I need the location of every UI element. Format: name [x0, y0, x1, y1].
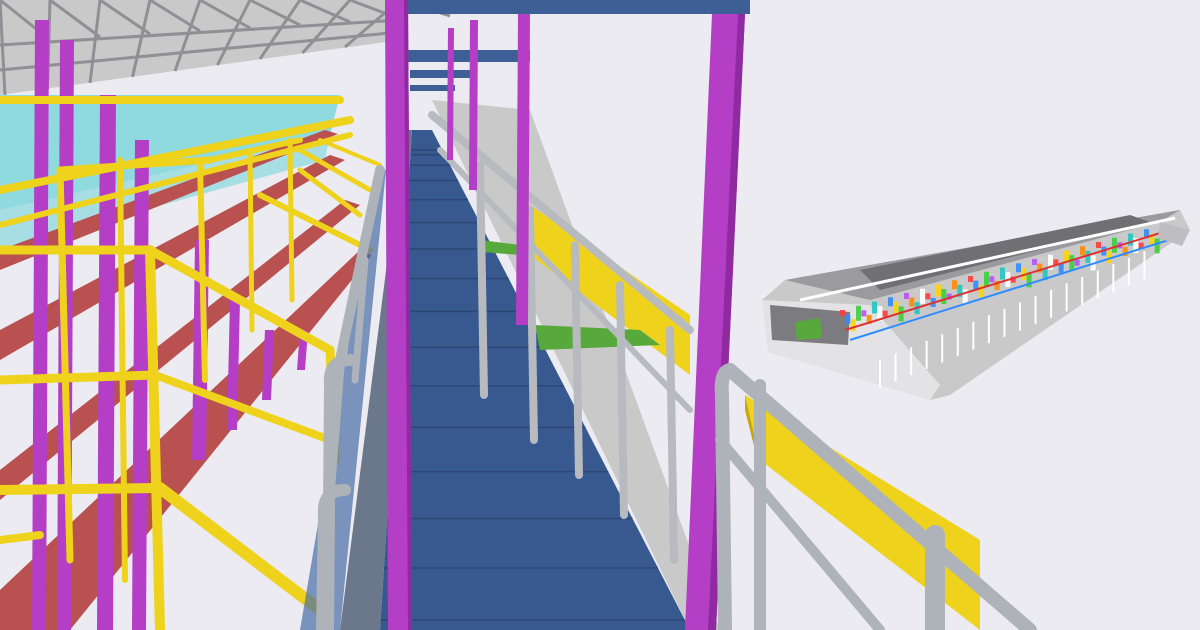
purple-column — [97, 95, 116, 630]
purple-column — [132, 140, 149, 630]
scene-svg — [0, 0, 1200, 630]
bim-scene — [0, 0, 1200, 630]
